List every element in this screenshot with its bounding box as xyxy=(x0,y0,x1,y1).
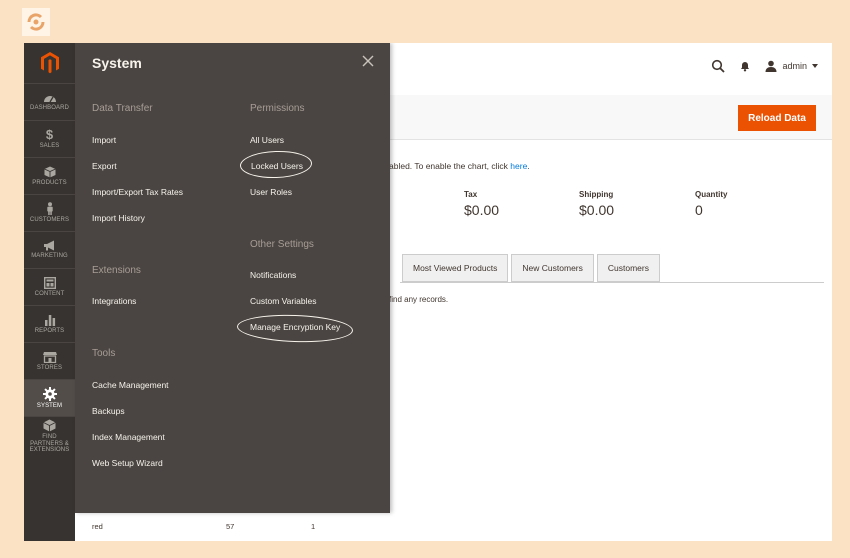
nav-item-stores[interactable]: STORES xyxy=(24,342,75,379)
menu-link-cache-management[interactable]: Cache Management xyxy=(92,380,169,390)
bar-chart-icon xyxy=(44,314,55,326)
admin-sidebar: DASHBOARD $ SALES PRODUCTS CUSTOMERS MAR… xyxy=(24,43,75,541)
menu-link-import-export-tax-rates[interactable]: Import/Export Tax Rates xyxy=(92,187,183,197)
bell-icon[interactable] xyxy=(739,60,751,72)
person-icon xyxy=(46,202,53,216)
nav-item-content[interactable]: CONTENT xyxy=(24,268,75,305)
user-name: admin xyxy=(782,61,807,71)
nav-item-reports[interactable]: REPORTS xyxy=(24,305,75,342)
no-records-message: find any records. xyxy=(389,295,449,304)
metric-quantity: Quantity 0 xyxy=(695,190,728,218)
corner-logo xyxy=(22,8,50,36)
cube-icon xyxy=(43,166,56,178)
dashboard-icon xyxy=(43,95,56,102)
metric-tax: Tax $0.00 xyxy=(464,190,500,218)
menu-link-integrations[interactable]: Integrations xyxy=(92,296,136,306)
gear-icon xyxy=(42,386,57,401)
menu-link-export[interactable]: Export xyxy=(92,161,117,171)
menu-link-locked-users[interactable]: Locked Users xyxy=(251,161,303,171)
menu-link-import[interactable]: Import xyxy=(92,135,116,145)
layout-icon xyxy=(43,276,56,289)
search-icon[interactable] xyxy=(711,59,726,73)
nav-item-marketing[interactable]: MARKETING xyxy=(24,231,75,268)
menu-link-all-users[interactable]: All Users xyxy=(250,135,284,145)
section-title-permissions: Permissions xyxy=(250,103,305,114)
table-cell: 57 xyxy=(226,522,235,531)
section-title-data-transfer: Data Transfer xyxy=(92,103,153,114)
dashboard-tabs: Most Viewed Products New Customers Custo… xyxy=(402,254,663,282)
section-title-other-settings: Other Settings xyxy=(250,239,314,250)
magento-logo-icon xyxy=(40,52,59,74)
nav-item-products[interactable]: PRODUCTS xyxy=(24,157,75,194)
nav-item-sales[interactable]: $ SALES xyxy=(24,120,75,157)
admin-window: admin Reload Data abled. To enable the c… xyxy=(24,43,832,541)
section-title-tools: Tools xyxy=(92,348,116,359)
system-menu-panel: System Data Transfer Import Export Impor… xyxy=(75,43,390,513)
nav-item-customers[interactable]: CUSTOMERS xyxy=(24,194,75,231)
menu-link-backups[interactable]: Backups xyxy=(92,406,125,416)
menu-link-user-roles[interactable]: User Roles xyxy=(250,187,292,197)
section-title-extensions: Extensions xyxy=(92,265,141,276)
menu-link-notifications[interactable]: Notifications xyxy=(250,270,296,280)
nav-item-find-partners[interactable]: FIND PARTNERS & EXTENSIONS xyxy=(24,416,75,456)
close-menu-button[interactable] xyxy=(361,54,375,68)
tab-customers[interactable]: Customers xyxy=(596,254,660,282)
menu-link-custom-variables[interactable]: Custom Variables xyxy=(250,296,316,306)
nav-item-system[interactable]: SYSTEM xyxy=(24,379,75,416)
corner-logo-icon xyxy=(27,13,45,31)
nav-item-dashboard[interactable]: DASHBOARD xyxy=(24,83,75,120)
menu-link-import-history[interactable]: Import History xyxy=(92,213,145,223)
magento-logo[interactable] xyxy=(24,43,75,83)
tab-new-customers[interactable]: New Customers xyxy=(511,254,594,282)
menu-link-manage-encryption-key[interactable]: Manage Encryption Key xyxy=(250,322,340,332)
box-icon xyxy=(43,419,56,432)
storefront-icon xyxy=(42,351,57,363)
chart-disabled-note: abled. To enable the chart, click here. xyxy=(389,161,530,171)
header-actions: admin xyxy=(711,59,818,73)
user-icon xyxy=(765,60,777,72)
menu-title: System xyxy=(92,55,142,71)
caret-down-icon xyxy=(812,64,818,68)
table-cell: red xyxy=(92,522,103,531)
table-cell: 1 xyxy=(311,522,316,531)
reload-data-button[interactable]: Reload Data xyxy=(738,105,816,131)
menu-link-web-setup-wizard[interactable]: Web Setup Wizard xyxy=(92,458,163,468)
tab-divider xyxy=(400,282,824,283)
dollar-icon: $ xyxy=(45,127,54,143)
user-menu[interactable]: admin xyxy=(765,60,818,72)
enable-chart-link[interactable]: here xyxy=(510,161,527,171)
tab-most-viewed-products[interactable]: Most Viewed Products xyxy=(402,254,509,282)
megaphone-icon xyxy=(44,240,54,251)
menu-link-index-management[interactable]: Index Management xyxy=(92,432,165,442)
metric-shipping: Shipping $0.00 xyxy=(579,190,615,218)
close-icon xyxy=(362,55,374,67)
